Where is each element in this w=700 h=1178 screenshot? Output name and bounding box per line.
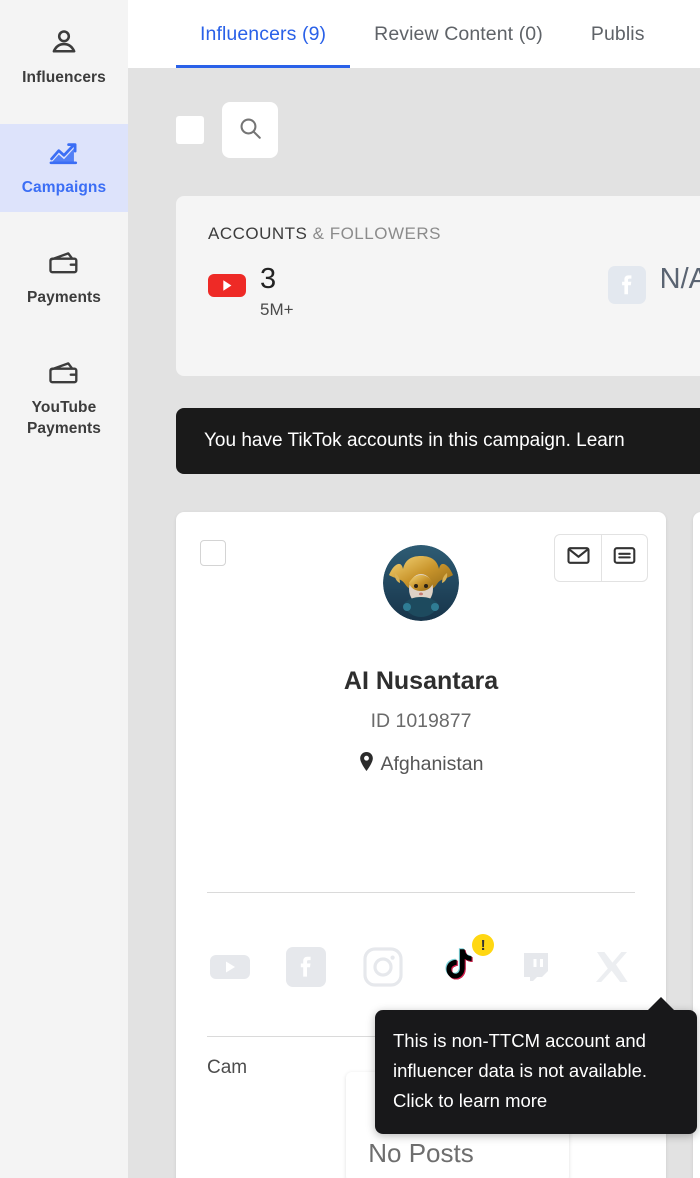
account-values: N/A xyxy=(660,262,700,300)
accounts-title-soft: & FOLLOWERS xyxy=(312,224,441,243)
account-followers: 5M+ xyxy=(260,300,294,319)
tab-label: Influencers (9) xyxy=(200,22,327,45)
tooltip-line-2: influencer data is not available. xyxy=(393,1060,648,1081)
tab-influencers[interactable]: Influencers (9) xyxy=(176,0,351,68)
sidebar: Influencers Campaigns Payments YouTube P… xyxy=(0,0,128,1178)
search-icon xyxy=(237,115,263,146)
content-area: ACCOUNTS & FOLLOWERS 3 5M+ N/A You have … xyxy=(128,68,700,1178)
person-icon xyxy=(48,26,80,60)
no-posts-label: No Posts xyxy=(368,1138,474,1168)
facebook-icon xyxy=(607,266,646,304)
main-area: Influencers (9) Review Content (0) Publi… xyxy=(128,0,700,1178)
tiktok-tooltip: This is non-TTCM account and influencer … xyxy=(375,997,697,1134)
sidebar-item-label: Payments xyxy=(26,289,102,306)
select-all-checkbox[interactable] xyxy=(176,116,204,144)
sidebar-item-youtube-payments[interactable]: YouTube Payments xyxy=(0,344,128,453)
tab-published[interactable]: Publis xyxy=(567,0,669,68)
tooltip-line-3: Click to learn more xyxy=(393,1090,548,1111)
account-stat-youtube: 3 5M+ xyxy=(208,262,608,320)
social-x-twitter-icon[interactable] xyxy=(589,944,635,990)
tab-label: Review Content (0) xyxy=(374,22,543,45)
sidebar-item-label: Campaigns xyxy=(21,179,107,196)
list-toolbar xyxy=(176,102,278,158)
card-divider-top xyxy=(207,892,635,893)
tab-label: Publis xyxy=(590,22,645,45)
sidebar-item-label: Influencers xyxy=(22,69,106,86)
account-count: N/A xyxy=(659,263,700,295)
note-button[interactable] xyxy=(601,535,647,581)
account-stat-facebook: N/A xyxy=(607,262,700,304)
app-root: Influencers Campaigns Payments YouTube P… xyxy=(0,0,700,1178)
analytics-chart-icon xyxy=(47,136,81,170)
social-tiktok-icon[interactable]: ! xyxy=(436,934,495,990)
wallet-icon xyxy=(48,246,80,280)
influencer-select-checkbox[interactable] xyxy=(200,540,226,566)
tooltip-line-1: This is non-TTCM account and xyxy=(393,1030,646,1051)
social-instagram-icon[interactable] xyxy=(360,944,406,990)
accounts-panel-title: ACCOUNTS & FOLLOWERS xyxy=(208,224,700,244)
accounts-followers-panel: ACCOUNTS & FOLLOWERS 3 5M+ N/A xyxy=(176,196,700,376)
warning-badge: ! xyxy=(472,934,495,956)
sidebar-item-label: YouTube Payments xyxy=(26,399,102,437)
map-pin-icon xyxy=(359,752,374,777)
tiktok-notice-banner[interactable]: You have TikTok accounts in this campaig… xyxy=(176,408,700,474)
envelope-icon xyxy=(566,543,591,573)
accounts-row: 3 5M+ N/A xyxy=(208,262,700,320)
social-twitch-icon[interactable] xyxy=(513,944,559,990)
tab-review-content[interactable]: Review Content (0) xyxy=(350,0,567,68)
campaign-label: Cam xyxy=(207,1057,248,1078)
card-action-group xyxy=(554,534,648,582)
account-values: 3 5M+ xyxy=(260,262,294,320)
sidebar-item-campaigns[interactable]: Campaigns xyxy=(0,124,128,212)
wallet-icon xyxy=(48,356,80,390)
email-button[interactable] xyxy=(555,535,601,581)
social-icon-row: ! xyxy=(207,912,635,1022)
sidebar-item-influencers[interactable]: Influencers xyxy=(0,14,128,102)
influencer-name: AI Nusantara xyxy=(343,667,499,695)
account-count: 3 xyxy=(260,263,277,295)
youtube-icon xyxy=(208,266,246,304)
tooltip-arrow xyxy=(647,997,675,1011)
avatar xyxy=(383,545,459,621)
accounts-title-strong: ACCOUNTS xyxy=(208,224,308,243)
social-youtube-icon[interactable] xyxy=(207,944,253,990)
sidebar-item-payments[interactable]: Payments xyxy=(0,234,128,322)
tab-bar: Influencers (9) Review Content (0) Publi… xyxy=(128,0,700,68)
tiktok-notice-text: You have TikTok accounts in this campaig… xyxy=(204,430,625,451)
influencer-location: Afghanistan xyxy=(176,752,666,777)
note-icon xyxy=(612,543,637,573)
search-button[interactable] xyxy=(222,102,278,158)
social-facebook-icon[interactable] xyxy=(283,944,329,990)
location-label: Afghanistan xyxy=(380,753,484,775)
influencer-id: ID 1019877 xyxy=(370,710,472,732)
